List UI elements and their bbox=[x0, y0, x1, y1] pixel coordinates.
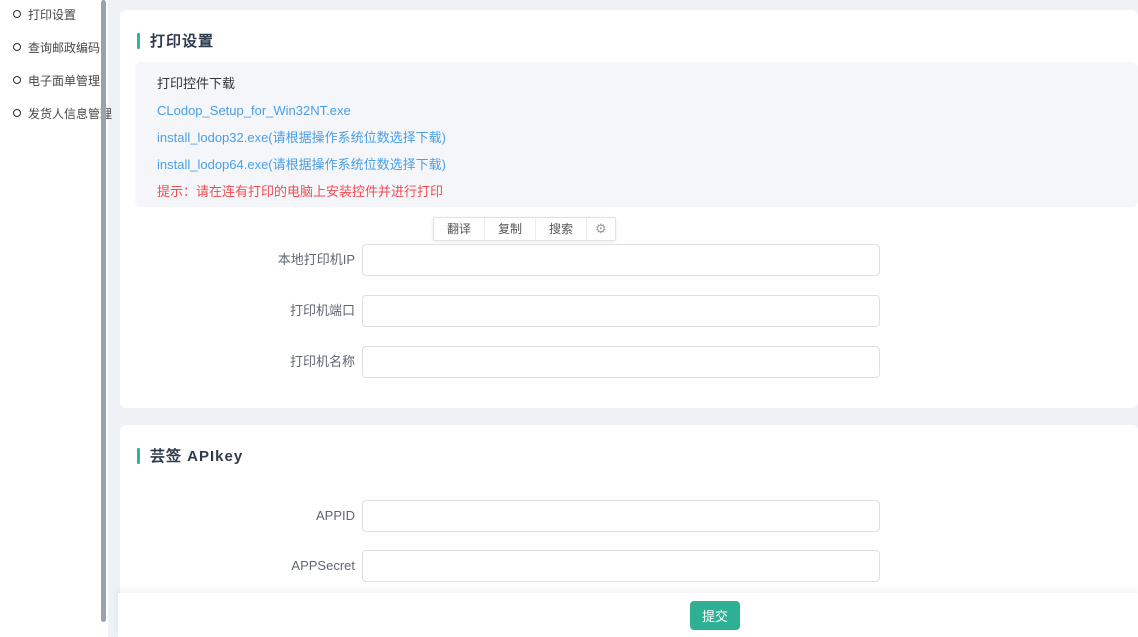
copy-button[interactable]: 复制 bbox=[485, 218, 536, 240]
radio-circle-icon bbox=[13, 10, 21, 18]
search-button[interactable]: 搜索 bbox=[536, 218, 587, 240]
local-printer-ip-input[interactable] bbox=[362, 244, 880, 276]
sidebar-item-ewaybill-management[interactable]: 电子面单管理 bbox=[0, 70, 108, 90]
form-row: 本地打印机IP bbox=[120, 244, 1138, 276]
apikey-form: APPID APPSecret bbox=[120, 500, 1138, 600]
form-row: 打印机端口 bbox=[120, 295, 1138, 327]
download-link-clodop[interactable]: CLodop_Setup_for_Win32NT.exe bbox=[157, 97, 1138, 124]
print-settings-header: 打印设置 bbox=[120, 10, 1138, 51]
main-content: 打印设置 打印控件下载 CLodop_Setup_for_Win32NT.exe… bbox=[108, 0, 1138, 637]
print-settings-card: 打印设置 打印控件下载 CLodop_Setup_for_Win32NT.exe… bbox=[120, 10, 1138, 408]
appsecret-input[interactable] bbox=[362, 550, 880, 582]
vertical-scrollbar[interactable] bbox=[101, 0, 106, 622]
translate-button[interactable]: 翻译 bbox=[434, 218, 485, 240]
page-title: 打印设置 bbox=[150, 30, 214, 51]
download-link-lodop32[interactable]: install_lodop32.exe(请根据操作系统位数选择下载) bbox=[157, 124, 1138, 151]
appsecret-label: APPSecret bbox=[120, 550, 355, 582]
appid-label: APPID bbox=[120, 500, 355, 532]
install-tip-text: 提示：请在连有打印的电脑上安装控件并进行打印 bbox=[157, 178, 1138, 205]
selection-toolbar-popup: 翻译 复制 搜索 ⚙ bbox=[433, 217, 616, 241]
local-printer-ip-label: 本地打印机IP bbox=[120, 244, 355, 276]
form-row: 打印机名称 bbox=[120, 346, 1138, 378]
form-row: APPSecret bbox=[120, 550, 1138, 582]
sidebar-item-label: 打印设置 bbox=[28, 6, 76, 23]
printer-name-label: 打印机名称 bbox=[120, 346, 355, 378]
sidebar: 打印设置 查询邮政编码 电子面单管理 发货人信息管理 bbox=[0, 0, 108, 637]
sidebar-item-postcode-lookup[interactable]: 查询邮政编码 bbox=[0, 37, 108, 57]
apikey-header: 芸签 APIkey bbox=[120, 425, 1138, 466]
radio-circle-icon bbox=[13, 43, 21, 51]
accent-bar bbox=[137, 33, 140, 49]
download-box-title: 打印控件下载 bbox=[157, 70, 1138, 97]
sidebar-item-label: 查询邮政编码 bbox=[28, 39, 100, 56]
apikey-section-title: 芸签 APIkey bbox=[150, 445, 243, 466]
printer-form: 本地打印机IP 打印机端口 打印机名称 bbox=[120, 244, 1138, 397]
radio-circle-icon bbox=[13, 109, 21, 117]
download-info-box: 打印控件下载 CLodop_Setup_for_Win32NT.exe inst… bbox=[135, 62, 1138, 207]
sidebar-item-print-settings[interactable]: 打印设置 bbox=[0, 4, 108, 24]
submit-button[interactable]: 提交 bbox=[690, 601, 740, 630]
sidebar-item-label: 电子面单管理 bbox=[28, 72, 100, 89]
printer-name-input[interactable] bbox=[362, 346, 880, 378]
printer-port-label: 打印机端口 bbox=[120, 295, 355, 327]
download-link-lodop64[interactable]: install_lodop64.exe(请根据操作系统位数选择下载) bbox=[157, 151, 1138, 178]
sidebar-item-label: 发货人信息管理 bbox=[28, 105, 112, 122]
appid-input[interactable] bbox=[362, 500, 880, 532]
footer-bar: 提交 bbox=[118, 593, 1138, 637]
radio-circle-icon bbox=[13, 76, 21, 84]
sidebar-item-sender-info-management[interactable]: 发货人信息管理 bbox=[0, 103, 108, 123]
accent-bar bbox=[137, 448, 140, 464]
printer-port-input[interactable] bbox=[362, 295, 880, 327]
gear-icon[interactable]: ⚙ bbox=[587, 218, 615, 240]
form-row: APPID bbox=[120, 500, 1138, 532]
